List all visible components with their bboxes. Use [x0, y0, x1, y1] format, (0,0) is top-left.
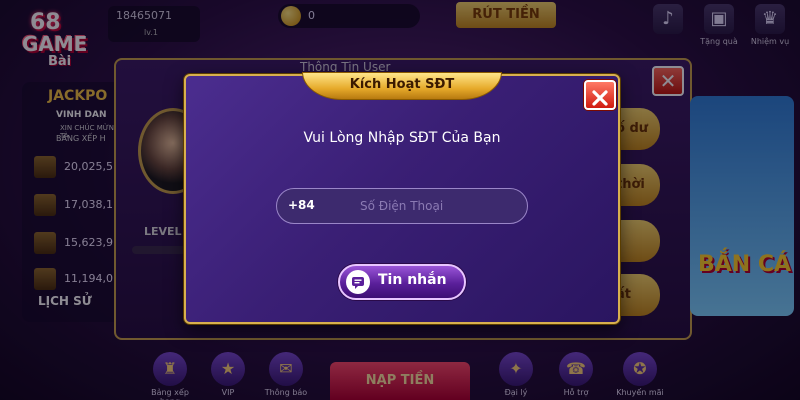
send-sms-label: Tin nhắn	[378, 272, 447, 288]
country-code-prefix: +84	[288, 198, 315, 212]
modal-title: Kích Hoạt SĐT	[349, 77, 455, 92]
phone-prompt: Vui Lòng Nhập SĐT Của Bạn	[303, 130, 501, 146]
phone-message-icon	[346, 270, 370, 294]
phone-number-input[interactable]	[330, 192, 520, 220]
close-icon	[592, 89, 608, 106]
send-sms-button[interactable]: Tin nhắn	[338, 264, 466, 300]
close-button[interactable]	[584, 80, 616, 110]
